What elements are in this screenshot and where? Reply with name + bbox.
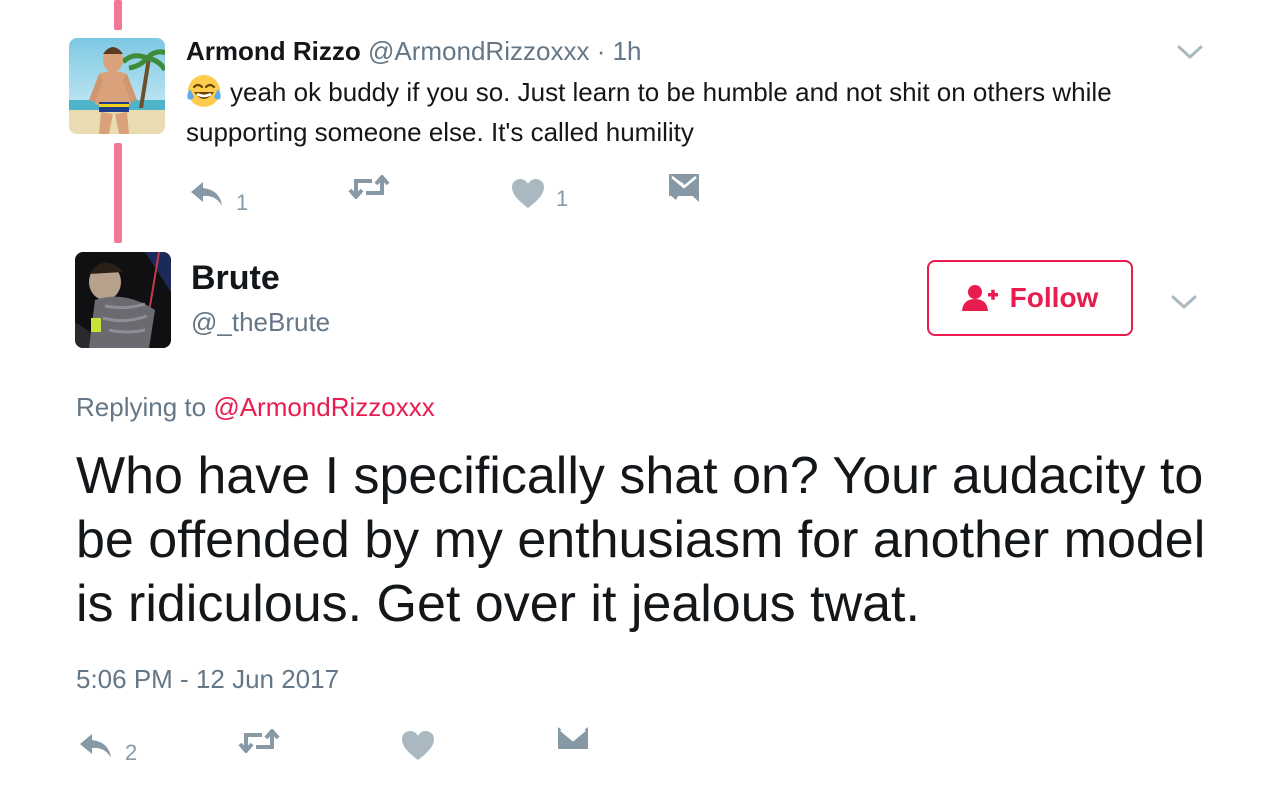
main-tweet-timestamp[interactable]: 5:06 PM - 12 Jun 2017 [76,662,339,696]
main-author-name[interactable]: Brute [191,258,280,298]
reply-author-handle[interactable]: @ArmondRizzoxxx [368,36,589,66]
retweet-icon [348,175,390,199]
reply-tweet-header: Armond Rizzo @ArmondRizzoxxx · 1h [186,35,642,67]
replying-to-line: Replying to @ArmondRizzoxxx [76,390,435,424]
reply-tweet-reply-action[interactable]: 1 [190,172,248,216]
reply-tweet-retweet-action[interactable] [348,174,402,200]
main-author-handle[interactable]: @_theBrute [191,306,330,338]
heart-icon [402,731,434,760]
reply-tweet-body: yeah ok buddy if you so. Just learn to b… [186,77,1112,147]
replying-to-prefix: Replying to [76,392,207,422]
avatar-brute[interactable] [75,252,171,348]
retweet-icon [238,729,280,753]
envelope-icon [558,727,588,749]
reply-timestamp[interactable]: 1h [613,36,642,66]
reply-count: 2 [125,740,138,765]
reply-icon [191,182,222,206]
replying-to-mention[interactable]: @ArmondRizzoxxx [213,392,434,422]
reply-icon [80,734,111,758]
main-tweet-like-action[interactable] [402,731,446,761]
main-tweet-message-action[interactable] [558,727,588,755]
chevron-down-icon[interactable] [1176,42,1204,62]
header-separator: · [596,36,606,66]
main-tweet-text: Who have I specifically shat on? Your au… [76,447,1206,633]
follow-button[interactable]: Follow [927,260,1133,336]
main-tweet-reply-action[interactable]: 2 [79,726,137,766]
reply-author-name[interactable]: Armond Rizzo [186,36,361,66]
thread-line-top [114,0,122,30]
heart-icon [512,179,544,208]
reply-tweet-message-action[interactable] [669,174,699,202]
chevron-down-icon[interactable] [1170,292,1198,312]
thread-line-bottom [114,143,122,243]
add-user-icon [961,285,998,311]
follow-button-label: Follow [1009,282,1099,313]
main-tweet-retweet-action[interactable] [238,728,292,754]
envelope-icon [669,174,699,202]
reply-count: 1 [236,190,249,215]
avatar-armond[interactable] [69,38,165,134]
reply-tweet-text: yeah ok buddy if you so. Just learn to b… [186,72,1216,152]
face-with-tears-of-joy-icon [186,73,222,109]
reply-tweet-like-action[interactable]: 1 [512,176,568,212]
like-count: 1 [556,186,569,211]
